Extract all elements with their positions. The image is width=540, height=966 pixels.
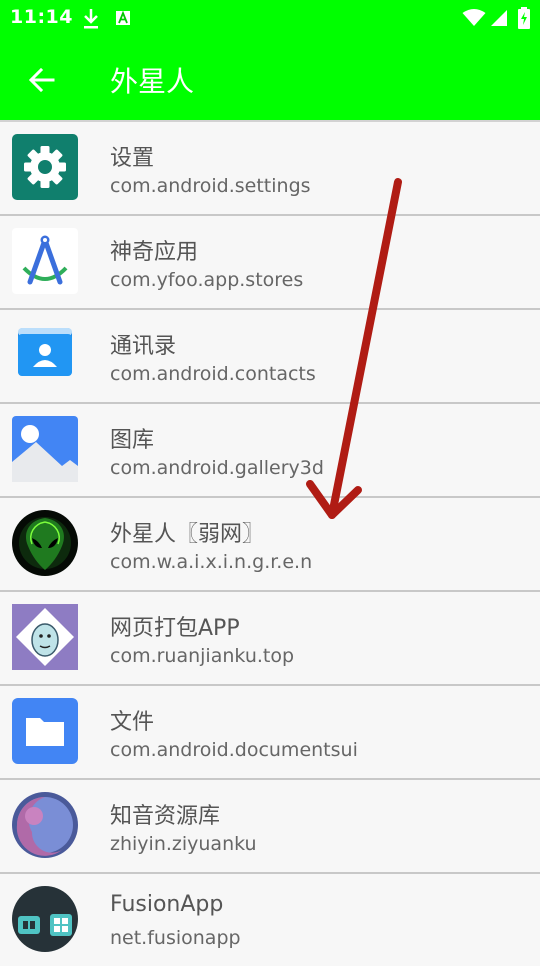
app-package: zhiyin.ziyuanku [110,833,257,855]
fusionapp-icon [12,886,78,952]
app-package: com.ruanjianku.top [110,645,295,667]
app-list: 设置 com.android.settings 神奇应用 com.yfoo.ap… [0,120,540,966]
app-package: net.fusionapp [110,927,241,949]
app-name: FusionApp [110,892,224,917]
app-package: com.w.a.i.x.i.n.g.r.e.n [110,551,313,573]
app-name: 网页打包APP [110,616,240,641]
gallery-icon [12,416,78,482]
cellular-signal-icon [491,10,507,26]
app-name: 神奇应用 [110,240,199,265]
download-icon [84,9,98,29]
app-package: com.android.settings [110,175,311,197]
battery-charging-icon [518,7,530,29]
status-bar: 11:14 [0,0,540,36]
arrow-back-icon [29,68,55,92]
page-title: 外星人 [110,65,195,98]
app-name: 设置 [110,146,155,171]
alien-icon [12,510,78,576]
list-item[interactable]: 文件 com.android.documentsui [0,686,540,780]
list-item[interactable]: 设置 com.android.settings [0,120,540,216]
contacts-icon [18,328,72,376]
list-item[interactable]: 外星人〖弱网〗 com.w.a.i.x.i.n.g.r.e.n [0,498,540,592]
app-package: com.yfoo.app.stores [110,269,304,291]
list-item[interactable]: FusionApp net.fusionapp [0,874,540,966]
app-package: com.android.contacts [110,363,316,385]
accessibility-a-icon [116,10,130,25]
app-name: 外星人〖弱网〗 [110,522,265,547]
list-item[interactable]: 通讯录 com.android.contacts [0,310,540,404]
back-button[interactable] [18,56,66,104]
app-bar: 外星人 [0,36,540,120]
folder-icon [12,698,78,764]
app-name: 知音资源库 [110,804,221,829]
app-package: com.android.gallery3d [110,457,324,479]
status-time: 11:14 [10,6,73,28]
webpack-icon [12,604,78,670]
wifi-icon [462,9,486,26]
settings-icon [12,134,78,200]
planet-icon [12,792,78,858]
app-package: com.android.documentsui [110,739,358,761]
list-item[interactable]: 网页打包APP com.ruanjianku.top [0,592,540,686]
stores-icon [12,228,78,294]
list-item[interactable]: 图库 com.android.gallery3d [0,404,540,498]
list-item[interactable]: 知音资源库 zhiyin.ziyuanku [0,780,540,874]
app-name: 通讯录 [110,334,177,359]
list-item[interactable]: 神奇应用 com.yfoo.app.stores [0,216,540,310]
app-name: 文件 [110,710,155,735]
app-name: 图库 [110,428,155,453]
